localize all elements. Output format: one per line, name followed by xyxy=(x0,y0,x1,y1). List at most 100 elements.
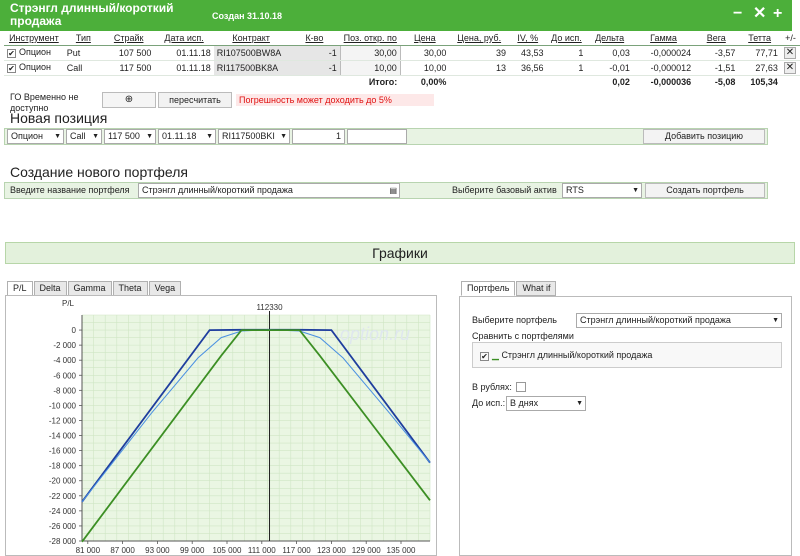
col-iv[interactable]: IV, % xyxy=(508,31,547,46)
new-strike-select[interactable]: 117 500 ▼ xyxy=(104,129,156,144)
chevron-down-icon: ▼ xyxy=(92,133,99,140)
error-warning: Погрешность может доходить до 5% xyxy=(236,94,434,106)
row-theta: 27,63 xyxy=(738,60,781,76)
row-vega: -1,51 xyxy=(694,60,739,76)
tab-theta[interactable]: Theta xyxy=(112,281,148,296)
row-qty[interactable]: -1 xyxy=(288,45,341,61)
row-open[interactable]: 30,00 xyxy=(339,44,401,61)
tab-vega[interactable]: Vega xyxy=(148,281,182,296)
remove-row-icon[interactable]: ✕ xyxy=(783,61,796,74)
col-vega[interactable]: Вега xyxy=(694,31,739,46)
col-price-rub[interactable]: Цена, руб. xyxy=(449,31,509,46)
y-tick-label: -8 000 xyxy=(53,386,76,395)
until-label: До исп.: xyxy=(472,398,506,408)
total-delta: 0,02 xyxy=(612,76,630,87)
tab-delta[interactable]: Delta xyxy=(33,281,67,296)
col-price[interactable]: Цена xyxy=(400,31,450,46)
col-days[interactable]: До исп. xyxy=(546,31,587,46)
total-gamma: -0,000036 xyxy=(650,76,692,87)
base-asset-select[interactable]: RTS ▼ xyxy=(562,183,642,198)
new-date-select[interactable]: 01.11.18 ▼ xyxy=(158,129,216,144)
row-open[interactable]: 10,00 xyxy=(339,59,401,76)
new-type-select[interactable]: Call ▼ xyxy=(66,129,102,144)
chevron-down-icon: ▼ xyxy=(146,133,153,140)
col-gamma[interactable]: Гамма xyxy=(632,31,695,46)
tab-gamma[interactable]: Gamma xyxy=(67,281,112,296)
portfolio-select[interactable]: Стрэнгл длинный/короткий продажа ▼ xyxy=(576,313,782,328)
add-position-button[interactable]: Добавить позицию xyxy=(643,129,765,144)
pl-chart-container: 0 -2 000 -4 000 -6 000 -8 000 -10 000 -12 000 -… xyxy=(5,295,437,556)
new-open-price-input[interactable] xyxy=(347,129,407,144)
y-tick-label: 0 xyxy=(72,326,77,335)
row-delta: 0,03 xyxy=(586,45,633,61)
total-label: Итого: xyxy=(368,76,398,87)
rub-label: В рублях: xyxy=(472,382,512,392)
x-tick-label: 111 000 xyxy=(248,546,276,555)
y-tick-label: -20 000 xyxy=(49,477,77,486)
row-days: 1 xyxy=(546,45,587,61)
close-icon[interactable]: ✕ xyxy=(753,5,766,23)
col-open[interactable]: Поз. откр. по xyxy=(340,31,401,46)
recalc-button[interactable]: пересчитать xyxy=(158,92,232,108)
col-contract[interactable]: Контракт xyxy=(213,31,289,46)
current-price-label: 112330 xyxy=(256,303,283,312)
compare-checkbox[interactable]: ✔ xyxy=(480,352,489,361)
remove-row-icon[interactable]: ✕ xyxy=(783,46,796,59)
total-pct: 0,00% xyxy=(420,76,447,87)
row-gamma: -0,000024 xyxy=(632,45,695,61)
row-contract: RI117500BK8A xyxy=(213,60,289,76)
row-strike: 107 500 xyxy=(102,45,155,61)
col-date[interactable]: Дата исп. xyxy=(154,31,214,46)
portfolio-title: Стрэнгл длинный/короткий продажа xyxy=(10,1,174,28)
rub-checkbox[interactable] xyxy=(516,382,526,392)
pl-chart[interactable]: 0 -2 000 -4 000 -6 000 -8 000 -10 000 -12 000 -… xyxy=(6,296,436,555)
col-instrument[interactable]: Инструмент xyxy=(4,31,64,46)
col-theta[interactable]: Тетта xyxy=(738,31,781,46)
new-instrument-select[interactable]: Опцион ▼ xyxy=(7,129,64,144)
y-tick-label: -6 000 xyxy=(53,371,76,380)
total-row: Итого: 0,00% 0,02 -0,000036 -5,08 105,34 xyxy=(4,75,800,88)
portfolio-name-value: Стрэнгл длинный/короткий продажа xyxy=(142,185,293,195)
portfolio-name-input[interactable]: Стрэнгл длинный/короткий продажа ▤ xyxy=(138,183,400,198)
x-tick-label: 99 000 xyxy=(180,546,205,555)
row-checkbox[interactable]: ✔ xyxy=(7,49,16,58)
compare-item-label: Стрэнгл длинный/короткий продажа xyxy=(501,350,653,360)
col-delta[interactable]: Дельта xyxy=(586,31,633,46)
y-tick-label: -10 000 xyxy=(49,401,77,410)
new-portfolio-title: Создание нового портфеля xyxy=(10,164,188,180)
y-tick-label: -12 000 xyxy=(49,416,77,425)
col-type[interactable]: Тип xyxy=(63,31,103,46)
table-row: ✔ Опцион Put 107 500 01.11.18 RI107500BW8… xyxy=(4,44,800,61)
row-qty[interactable]: -1 xyxy=(288,60,341,76)
row-vega: -3,57 xyxy=(694,45,739,61)
table-row: ✔ Опцион Call 117 500 01.11.18 RI117500BK… xyxy=(4,59,800,76)
select-portfolio-label: Выберите портфель xyxy=(472,315,557,325)
col-strike[interactable]: Страйк xyxy=(102,31,155,46)
until-select-value: В днях xyxy=(510,398,539,408)
row-iv: 43,53 xyxy=(508,45,547,61)
create-portfolio-button[interactable]: Создать портфель xyxy=(645,183,765,198)
new-contract-value: RI117500BKI xyxy=(222,131,275,141)
tab-portfolio[interactable]: Портфель xyxy=(461,281,516,296)
row-price-rub: 13 xyxy=(449,60,509,76)
margin-toggle-button[interactable]: ⊕ xyxy=(102,92,156,108)
new-qty-input[interactable]: 1 xyxy=(292,129,345,144)
tab-pl[interactable]: P/L xyxy=(7,281,33,296)
clipboard-icon[interactable]: ▤ xyxy=(389,184,397,197)
row-price: 10,00 xyxy=(400,60,450,76)
col-plus-minus: +/- xyxy=(780,31,800,46)
new-strike-value: 117 500 xyxy=(108,131,140,141)
row-checkbox[interactable]: ✔ xyxy=(7,64,16,73)
minimize-icon[interactable]: − xyxy=(733,5,742,23)
new-contract-select[interactable]: RI117500BKI ▼ xyxy=(218,129,290,144)
compare-item[interactable]: ✔ ▁ Стрэнгл длинный/короткий продажа xyxy=(480,350,652,361)
portfolio-tabs: Портфель What if xyxy=(461,281,557,296)
add-icon[interactable]: + xyxy=(773,5,782,23)
compare-color-icon: ▁ xyxy=(492,350,499,360)
new-instrument-value: Опцион xyxy=(11,131,44,141)
tab-what-if[interactable]: What if xyxy=(516,281,557,296)
until-select[interactable]: В днях ▼ xyxy=(506,396,586,411)
col-qty[interactable]: К-во xyxy=(288,31,341,46)
y-tick-label: -22 000 xyxy=(49,492,77,501)
row-days: 1 xyxy=(546,60,587,76)
